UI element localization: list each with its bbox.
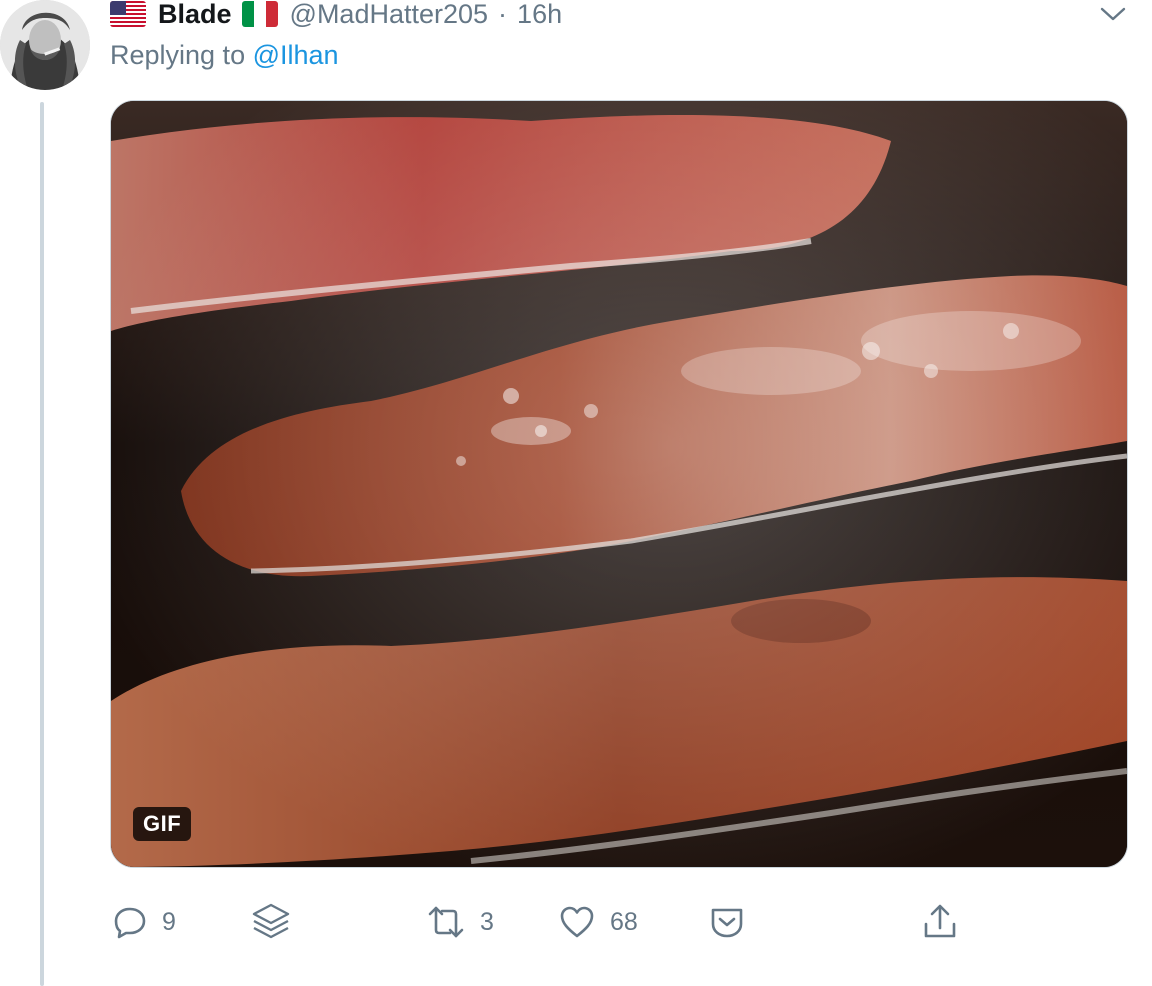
like-button[interactable]: 68: [558, 890, 638, 954]
thread-line: [40, 102, 44, 986]
share-button[interactable]: [920, 890, 960, 954]
display-name[interactable]: Blade: [158, 0, 232, 30]
layers-button[interactable]: [250, 890, 292, 954]
timestamp[interactable]: 16h: [517, 0, 562, 30]
like-count: 68: [610, 907, 638, 936]
retweet-button[interactable]: 3: [426, 890, 494, 954]
us-flag-icon: [110, 1, 146, 27]
media-gif[interactable]: GIF: [110, 100, 1128, 868]
retweet-count: 3: [480, 907, 494, 936]
save-button[interactable]: [708, 890, 746, 954]
chevron-down-icon: [1099, 5, 1127, 23]
heart-icon: [558, 904, 596, 940]
bacon-gif-image: [111, 101, 1127, 867]
avatar[interactable]: [0, 0, 90, 90]
layers-icon: [250, 901, 292, 943]
reply-icon: [112, 904, 148, 940]
gif-badge: GIF: [133, 807, 192, 841]
reply-count: 9: [162, 907, 176, 936]
tweet-actions: 9 3 68: [110, 890, 1126, 954]
save-icon: [708, 904, 746, 940]
more-options-button[interactable]: [1096, 0, 1130, 28]
italy-flag-icon: [241, 1, 278, 27]
share-icon: [920, 902, 960, 942]
replying-label: Replying to: [110, 40, 246, 70]
retweet-icon: [426, 904, 466, 940]
replying-mention-link[interactable]: @Ilhan: [253, 40, 339, 70]
avatar-image: [0, 0, 90, 90]
user-handle[interactable]: @MadHatter205: [290, 0, 489, 30]
reply-button[interactable]: 9: [112, 890, 176, 954]
separator-dot: ·: [498, 0, 508, 29]
tweet-header: Blade @MadHatter205 · 16h: [110, 0, 562, 34]
replying-to: Replying to @Ilhan: [110, 40, 339, 71]
